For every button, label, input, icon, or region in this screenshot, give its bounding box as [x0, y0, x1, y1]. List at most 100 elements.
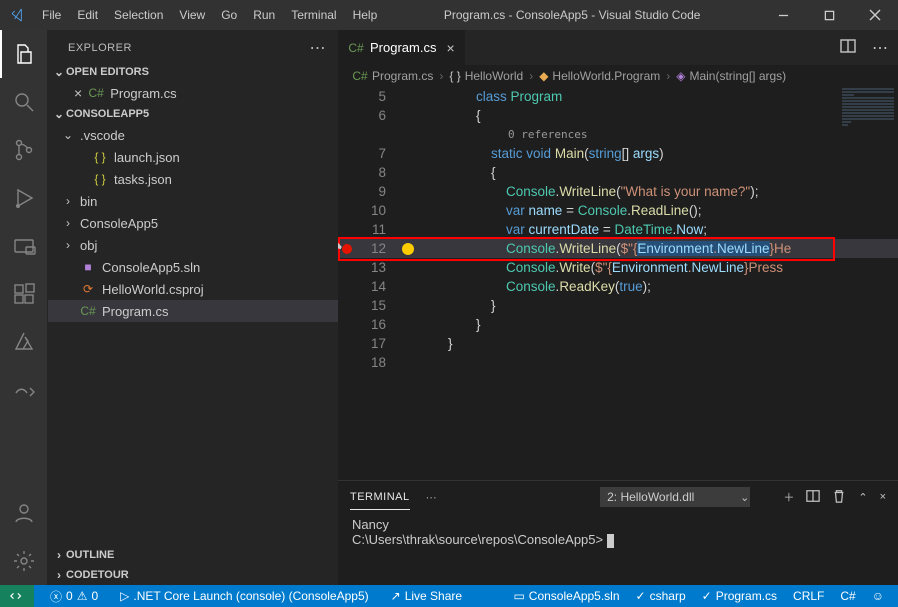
- menu-go[interactable]: Go: [214, 4, 244, 26]
- codetour-header[interactable]: › CODETOUR: [48, 565, 338, 585]
- tree-item-label: ConsoleApp5: [80, 216, 158, 231]
- activity-liveshare[interactable]: [0, 366, 48, 414]
- code-line[interactable]: 17}: [338, 334, 898, 353]
- status-file[interactable]: ✓ Program.cs: [696, 585, 783, 607]
- close-button[interactable]: [852, 0, 898, 30]
- code-line[interactable]: 16}: [338, 315, 898, 334]
- lightbulb-icon[interactable]: [402, 243, 414, 255]
- terminal-selector[interactable]: 2: HelloWorld.dll: [600, 487, 750, 507]
- code-line[interactable]: 9 Console.WriteLine("What is your name?"…: [338, 182, 898, 201]
- status-language[interactable]: C#: [834, 585, 861, 607]
- code-line[interactable]: 12 Console.WriteLine($"{Environment.NewL…: [338, 239, 898, 258]
- code-line[interactable]: 8 {: [338, 163, 898, 182]
- tree-folder[interactable]: ›bin: [48, 190, 338, 212]
- tree-file[interactable]: { }launch.json: [48, 146, 338, 168]
- activity-search[interactable]: [0, 78, 48, 126]
- tree-item-label: Program.cs: [102, 304, 168, 319]
- json-file-icon: { }: [92, 171, 108, 187]
- csharp-file-icon: C#: [348, 40, 364, 56]
- terminal-line: Nancy: [352, 517, 884, 532]
- menu-selection[interactable]: Selection: [107, 4, 170, 26]
- class-icon: ◆: [539, 69, 548, 83]
- tree-item-label: HelloWorld.csproj: [102, 282, 204, 297]
- chevron-down-icon: [52, 107, 66, 121]
- close-icon[interactable]: ×: [74, 85, 82, 101]
- terminal-cursor: [607, 534, 614, 548]
- panel-more-icon[interactable]: ⋯: [426, 491, 438, 504]
- vscode-icon: [0, 7, 35, 23]
- more-icon[interactable]: ⋯: [872, 38, 888, 58]
- code-line[interactable]: 5class Program: [338, 87, 898, 106]
- code-line[interactable]: 18: [338, 353, 898, 372]
- terminal-tab[interactable]: TERMINAL: [350, 491, 410, 510]
- tree-file[interactable]: { }tasks.json: [48, 168, 338, 190]
- status-lang-server[interactable]: ✓ csharp: [630, 585, 692, 607]
- sidebar-title: EXPLORER: [68, 42, 132, 54]
- tree-folder[interactable]: ›ConsoleApp5: [48, 212, 338, 234]
- activity-source-control[interactable]: [0, 126, 48, 174]
- breadcrumb-item[interactable]: C#Program.cs: [352, 68, 433, 84]
- status-feedback-icon[interactable]: ☺: [866, 585, 890, 607]
- activity-extensions[interactable]: [0, 270, 48, 318]
- new-terminal-icon[interactable]: ＋: [783, 489, 794, 505]
- workspace-header[interactable]: CONSOLEAPP5: [48, 104, 338, 124]
- tree-file[interactable]: ⟳HelloWorld.csproj: [48, 278, 338, 300]
- activity-remote[interactable]: [0, 222, 48, 270]
- split-terminal-icon[interactable]: [806, 489, 820, 506]
- terminal-body[interactable]: Nancy C:\Users\thrak\source\repos\Consol…: [338, 513, 898, 585]
- breadcrumb-item[interactable]: ◈Main(string[] args): [676, 69, 786, 83]
- status-launch[interactable]: ▷.NET Core Launch (console) (ConsoleApp5…: [114, 585, 374, 607]
- minimize-button[interactable]: [760, 0, 806, 30]
- minimap[interactable]: [838, 87, 898, 187]
- outline-label: OUTLINE: [66, 549, 114, 561]
- menu-run[interactable]: Run: [246, 4, 282, 26]
- code-line[interactable]: 10 var name = Console.ReadLine();: [338, 201, 898, 220]
- activity-account[interactable]: [0, 489, 48, 537]
- editor-tab[interactable]: C# Program.cs ×: [338, 30, 466, 65]
- menu-help[interactable]: Help: [346, 4, 385, 26]
- open-editor-name: Program.cs: [110, 86, 176, 101]
- activity-run-debug[interactable]: [0, 174, 48, 222]
- chevron-right-icon: ›: [52, 548, 66, 562]
- status-problems[interactable]: ⓧ 0 ⚠ 0: [44, 585, 104, 607]
- maximize-button[interactable]: [806, 0, 852, 30]
- chevron-down-icon: [52, 65, 66, 79]
- remote-indicator[interactable]: [0, 585, 34, 607]
- code-line[interactable]: 14 Console.ReadKey(true);: [338, 277, 898, 296]
- kill-terminal-icon[interactable]: [832, 489, 846, 506]
- menu-view[interactable]: View: [172, 4, 212, 26]
- chevron-right-icon: ›: [52, 568, 66, 582]
- menu-file[interactable]: File: [35, 4, 68, 26]
- tree-folder[interactable]: ⌄.vscode: [48, 124, 338, 146]
- status-eol[interactable]: CRLF: [787, 585, 830, 607]
- editor-tabs: C# Program.cs × ⋯: [338, 30, 898, 65]
- breadcrumb-item[interactable]: { }HelloWorld: [449, 69, 523, 83]
- activity-explorer[interactable]: [0, 30, 48, 78]
- code-line[interactable]: 15 }: [338, 296, 898, 315]
- outline-header[interactable]: › OUTLINE: [48, 545, 338, 565]
- open-editor-item[interactable]: × C# Program.cs: [48, 82, 338, 104]
- maximize-panel-icon[interactable]: ⌃: [858, 491, 867, 504]
- menu-edit[interactable]: Edit: [70, 4, 105, 26]
- breakpoint-icon[interactable]: [342, 244, 352, 254]
- tree-folder[interactable]: ›obj: [48, 234, 338, 256]
- split-editor-icon[interactable]: [840, 38, 856, 57]
- menu-terminal[interactable]: Terminal: [284, 4, 343, 26]
- editor-body[interactable]: 5class Program6{0 references7 static voi…: [338, 87, 898, 480]
- code-line[interactable]: 11 var currentDate = DateTime.Now;: [338, 220, 898, 239]
- tree-file[interactable]: C#Program.cs: [48, 300, 338, 322]
- tree-file[interactable]: ■ConsoleApp5.sln: [48, 256, 338, 278]
- code-line[interactable]: 7 static void Main(string[] args): [338, 144, 898, 163]
- open-editors-header[interactable]: OPEN EDITORS: [48, 62, 338, 82]
- close-tab-icon[interactable]: ×: [446, 40, 454, 56]
- breadcrumb-item[interactable]: ◆HelloWorld.Program: [539, 69, 660, 83]
- code-line[interactable]: 13 Console.Write($"{Environment.NewLine}…: [338, 258, 898, 277]
- close-panel-icon[interactable]: ×: [880, 491, 886, 503]
- code-line[interactable]: 6{: [338, 106, 898, 125]
- activity-azure[interactable]: [0, 318, 48, 366]
- status-solution[interactable]: ▭ConsoleApp5.sln: [507, 585, 625, 607]
- tree-item-label: launch.json: [114, 150, 180, 165]
- status-liveshare[interactable]: ↗Live Share: [385, 585, 468, 607]
- sidebar-more-icon[interactable]: ⋯: [310, 38, 327, 58]
- activity-settings[interactable]: [0, 537, 48, 585]
